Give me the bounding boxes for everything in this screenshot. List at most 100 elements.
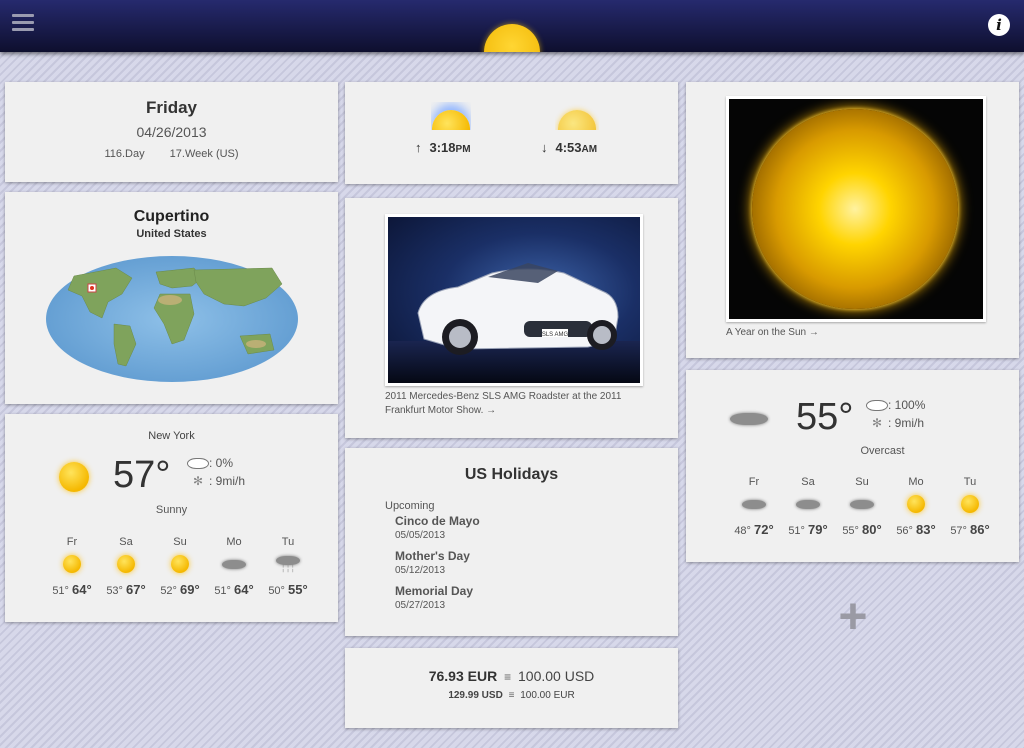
country-name: United States — [136, 228, 207, 240]
forecast-day: Su 55° 80° — [835, 476, 889, 537]
holiday-item: Mother's Day 05/12/2013 — [395, 549, 470, 576]
sunset-icon — [555, 102, 599, 130]
forecast-day: Su 52° 69° — [153, 536, 207, 597]
sunset-arrow: ↓ — [541, 140, 548, 155]
forecast-high: 64° — [72, 582, 92, 597]
forecast-high: 83° — [916, 522, 936, 537]
sunrise-arrow: ↑ — [415, 140, 422, 155]
holiday-name: Memorial Day — [395, 584, 474, 598]
wind-icon: ✻ — [192, 474, 204, 488]
forecast-day: Tu ╎╎╎ 50° 55° — [261, 536, 315, 597]
photo-card-sun[interactable]: A Year on the Sun → — [686, 82, 1019, 358]
city-name: Cupertino — [133, 208, 210, 225]
precip-cloud-icon — [187, 458, 209, 470]
add-widget-button[interactable]: + — [826, 586, 880, 646]
cloud-icon — [796, 499, 820, 509]
forecast-day: Sa 53° 67° — [99, 536, 153, 597]
sun-photo-caption[interactable]: A Year on the Sun → — [726, 327, 819, 338]
forecast-day-label: Sa — [119, 536, 133, 548]
forecast-high: 79° — [808, 522, 828, 537]
currency-card[interactable]: 76.93 EUR ≡ 100.00 USD 129.99 USD ≡ 100.… — [345, 648, 678, 728]
forecast-day: Sa 51° 79° — [781, 476, 835, 537]
weather-card-local[interactable]: 55° : 100% ✻ : 9mi/h Overcast Fr 48° 72° … — [686, 370, 1019, 562]
forecast-high: 55° — [288, 582, 308, 597]
weather-card-new-york[interactable]: New York 57° : 0% ✻: 9mi/h Sunny Fr 51° … — [5, 414, 338, 622]
forecast-low: 51° — [214, 585, 231, 597]
forecast-low: 57° — [950, 525, 967, 537]
license-plate: SLS AMG — [542, 332, 569, 338]
holiday-date: 05/05/2013 — [395, 530, 446, 541]
forecast-day-label: Su — [173, 536, 187, 548]
sun-times-card[interactable]: ↑ 3:18PM ↓ 4:53AM — [345, 82, 678, 184]
forecast-low: 51° — [788, 525, 805, 537]
wind-value: : 9mi/h — [888, 416, 925, 430]
forecast-high: 69° — [180, 582, 200, 597]
forecast-low: 55° — [842, 525, 859, 537]
forecast-day: Tu 57° 86° — [943, 476, 997, 537]
forecast-day-label: Sa — [801, 476, 815, 488]
forecast-row: Fr 48° 72° Sa 51° 79° Su 55° 80° Mo 56° … — [727, 476, 997, 537]
weather-condition: Overcast — [860, 445, 905, 457]
sunrise-suffix: PM — [455, 144, 471, 155]
forecast-low: 56° — [896, 525, 913, 537]
forecast-low: 48° — [734, 525, 751, 537]
cloud-icon — [222, 559, 246, 569]
sun-logo-icon — [484, 24, 540, 52]
sun-icon — [961, 495, 979, 513]
menu-icon[interactable] — [12, 14, 34, 36]
day-of-year: 116.Day — [104, 148, 145, 160]
holidays-section: Upcoming — [385, 500, 435, 512]
photo-card-car[interactable]: SLS AMG 2011 Mercedes-Benz SLS AMG Roads… — [345, 198, 678, 438]
weather-temperature: 57° — [113, 454, 171, 496]
world-map — [46, 256, 298, 382]
forecast-low: 53° — [106, 585, 123, 597]
wind-value: : 9mi/h — [209, 474, 246, 488]
car-photo[interactable]: SLS AMG — [385, 214, 643, 386]
weather-temperature: 55° — [796, 396, 854, 438]
forecast-high: 86° — [970, 522, 990, 537]
forecast-row: Fr 51° 64° Sa 53° 67° Su 52° 69° Mo 51° … — [45, 536, 315, 597]
forecast-day: Mo 56° 83° — [889, 476, 943, 537]
forecast-high: 80° — [862, 522, 882, 537]
forecast-day-label: Fr — [66, 536, 78, 548]
sunset-time: 4:53 — [555, 140, 582, 155]
forecast-day: Fr 48° 72° — [727, 476, 781, 537]
forecast-day-label: Tu — [281, 536, 295, 548]
equivalence-icon: ≡ — [504, 670, 512, 684]
holiday-date: 05/27/2013 — [395, 600, 446, 611]
forecast-day-label: Mo — [908, 476, 924, 488]
wind-icon: ✻ — [871, 416, 883, 430]
holiday-date: 05/12/2013 — [395, 565, 446, 576]
holiday-item: Cinco de Mayo 05/05/2013 — [395, 514, 480, 541]
forecast-low: 51° — [52, 585, 69, 597]
forecast-day: Fr 51° 64° — [45, 536, 99, 597]
currency-amount-secondary: 129.99 USD — [448, 690, 503, 701]
forecast-day-label: Fr — [748, 476, 760, 488]
equivalence-icon: ≡ — [508, 690, 515, 701]
cloud-icon — [850, 499, 874, 509]
sun-photo[interactable] — [726, 96, 986, 322]
date-card[interactable]: Friday 04/26/2013 116.Day 17.Week (US) — [5, 82, 338, 182]
weather-condition: Sunny — [155, 504, 188, 516]
location-card[interactable]: Cupertino United States — [5, 192, 338, 404]
holidays-title: US Holidays — [464, 466, 559, 483]
forecast-low: 50° — [268, 585, 285, 597]
sun-icon — [117, 555, 135, 573]
forecast-day-label: Mo — [226, 536, 242, 548]
precip-value: : 100% — [888, 398, 926, 412]
car-photo-caption[interactable]: 2011 Mercedes-Benz SLS AMG Roadster at t… — [385, 390, 645, 418]
holiday-name: Mother's Day — [395, 549, 470, 563]
top-bar: i — [0, 0, 1024, 52]
precip-value: : 0% — [209, 456, 234, 470]
week-number: 17.Week (US) — [169, 148, 239, 160]
forecast-high: 67° — [126, 582, 146, 597]
cloud-icon — [742, 499, 766, 509]
info-icon[interactable]: i — [988, 14, 1010, 36]
sun-icon — [63, 555, 81, 573]
rain-cloud-icon: ╎╎╎ — [261, 548, 315, 580]
sunset-suffix: AM — [581, 144, 598, 155]
holidays-card[interactable]: US Holidays Upcoming Cinco de Mayo 05/05… — [345, 448, 678, 636]
sun-icon — [907, 495, 925, 513]
forecast-low: 52° — [160, 585, 177, 597]
sunrise-icon — [431, 102, 471, 130]
